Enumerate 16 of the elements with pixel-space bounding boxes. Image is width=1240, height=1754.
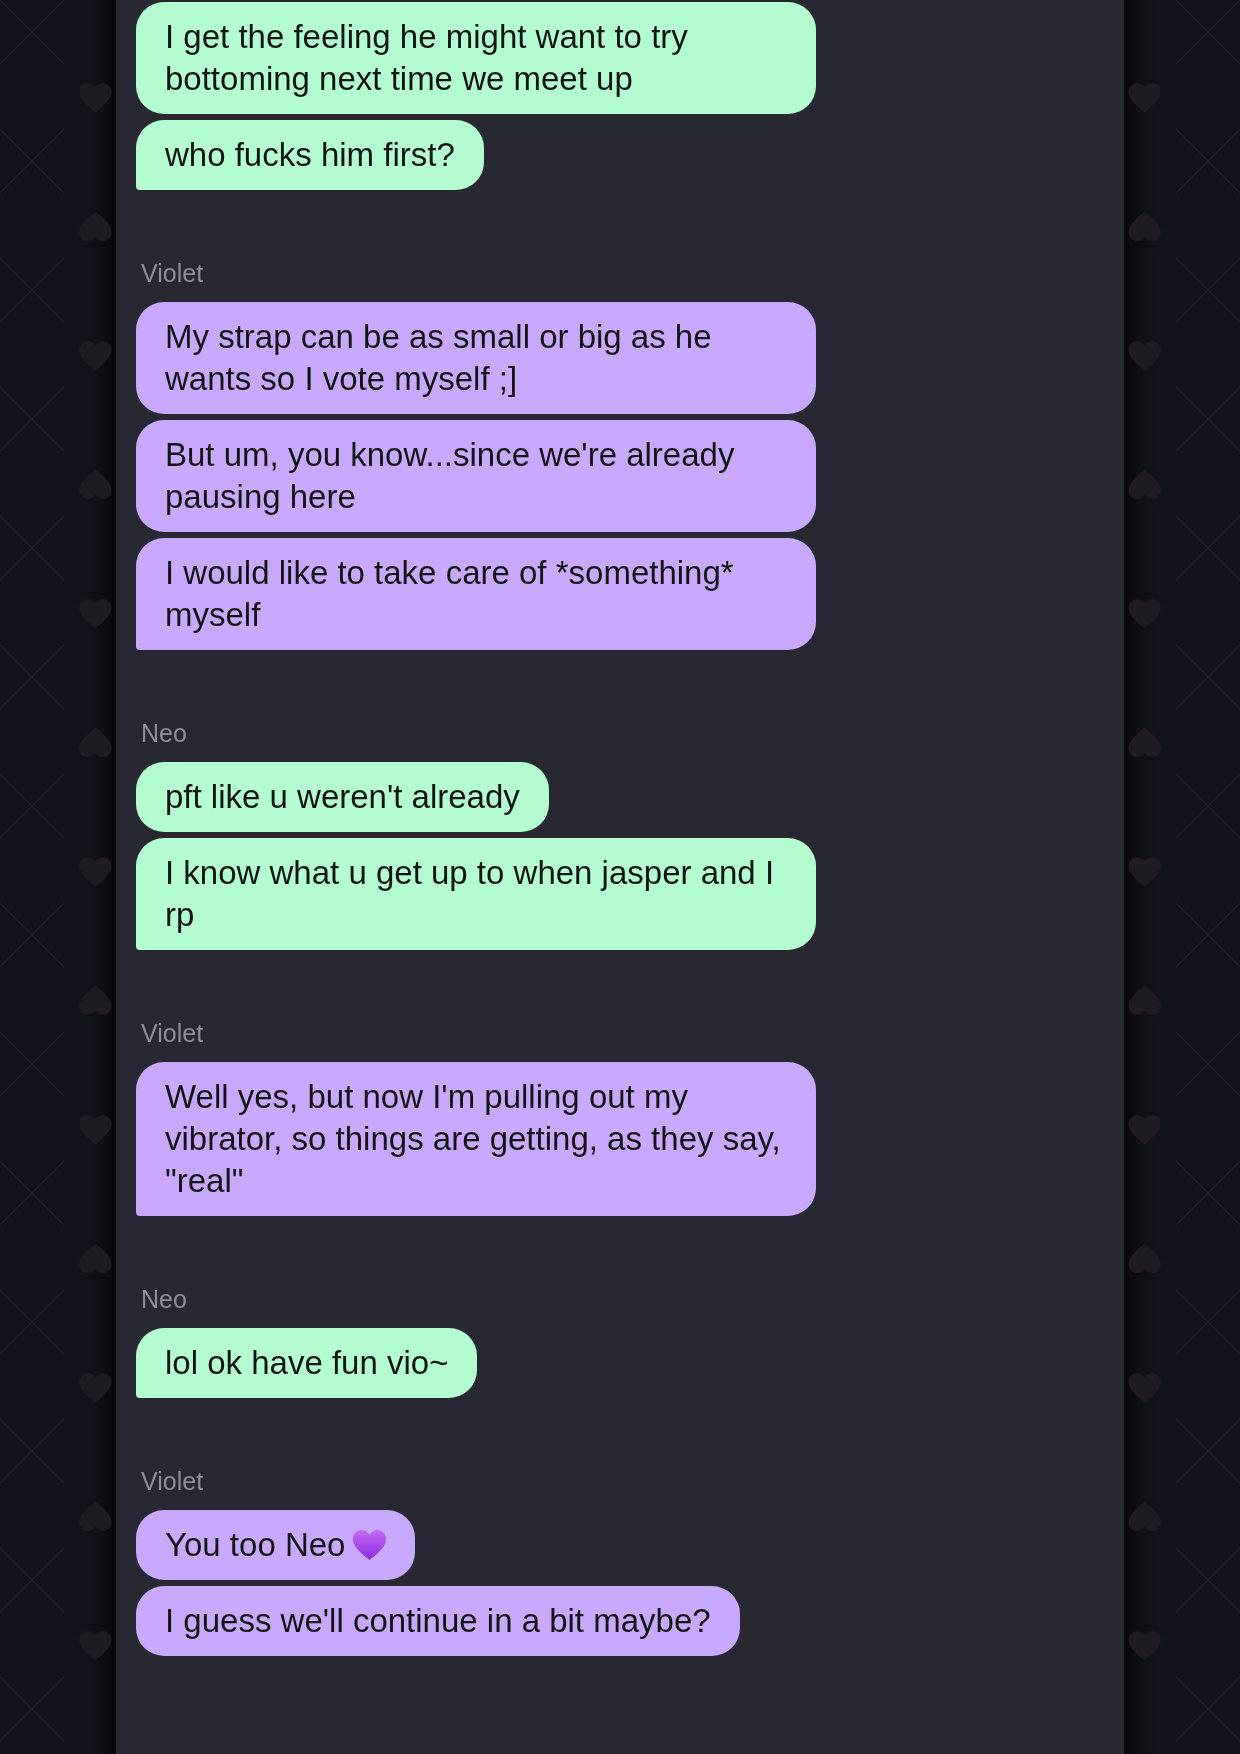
message-bubble: Well yes, but now I'm pulling out my vibrator, so things are getting, as they say, "real" — [136, 1062, 816, 1216]
sender-name: Violet — [141, 1466, 204, 1496]
message-bubble: I would like to take care of *something* myself — [136, 538, 816, 650]
message-bubble: My strap can be as small or big as he wants so I vote myself ;] — [136, 302, 816, 414]
message-bubble: pft like u weren't already — [136, 762, 549, 832]
sender-name: Neo — [141, 1284, 187, 1314]
sender-name: Violet — [141, 1018, 204, 1048]
message-bubble: I guess we'll continue in a bit maybe? — [136, 1586, 740, 1656]
message-bubble: But um, you know...since we're already pausing here — [136, 420, 816, 532]
message-bubble: I know what u get up to when jasper and I rp — [136, 838, 816, 950]
message-bubble: I get the feeling he might want to try bottoming next time we meet up — [136, 2, 816, 114]
message-bubble: lol ok have fun vio~ — [136, 1328, 478, 1398]
message-bubble: who fucks him first? — [136, 120, 484, 190]
message-text: You too Neo — [165, 1525, 346, 1565]
sender-name: Violet — [141, 258, 204, 288]
sender-name: Neo — [141, 718, 187, 748]
